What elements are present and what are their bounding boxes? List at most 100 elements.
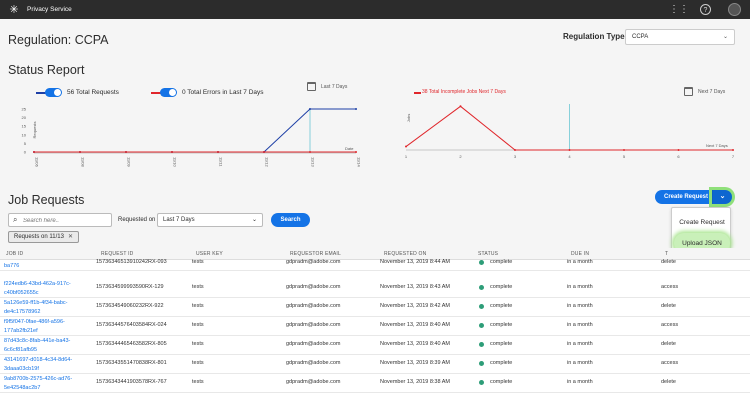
- app-name: Privacy Service: [27, 6, 72, 13]
- request-id: 1573634457640358​4RX-024: [96, 322, 167, 328]
- data-point: [171, 151, 173, 153]
- requested-on: November 13, 2019 8:44 AM: [380, 259, 451, 265]
- user-key: tests: [192, 379, 204, 385]
- x-tick-label: 11/14: [357, 157, 362, 167]
- search-box: ⌕: [8, 213, 112, 227]
- table-row[interactable]: 43141697-d018-4c34-8d64-3daaa03cb19f 1573…: [0, 355, 750, 374]
- x-tick-label: 7: [732, 154, 735, 159]
- x-tick-label: 11/13: [311, 157, 316, 167]
- requested-on: November 13, 2019 8:43 AM: [380, 284, 451, 290]
- status-complete-icon: [479, 323, 484, 328]
- data-point: [79, 151, 81, 153]
- status: complete: [490, 341, 513, 347]
- search-button[interactable]: Search: [271, 213, 310, 227]
- data-point: [263, 151, 265, 153]
- table-row[interactable]: f9f5f047-0fae-486f-a596-177ab2fb21ef 1573…: [0, 317, 750, 336]
- job-id-link[interactable]: 5a126e59-ff1b-4f34-babc-de4c17578962: [4, 299, 94, 316]
- total-errors-label: 0 Total Errors in Last 7 Days: [182, 89, 264, 96]
- chevron-down-icon: ⌄: [251, 217, 257, 223]
- table-row[interactable]: f224edb6-43bd-462a-917c-c40bf052655c 1573…: [0, 279, 750, 298]
- y-tick-label: 0: [24, 150, 27, 155]
- x-tick-label: 6: [677, 154, 680, 159]
- job-id-link[interactable]: f9f5f047-0fae-486f-a596-177ab2fb21ef: [4, 318, 94, 335]
- request-id: 1573634549060232RX-922: [96, 303, 164, 309]
- request-type: delete: [661, 379, 676, 385]
- regulation-type-value: CCPA: [632, 34, 649, 40]
- y-axis-label: Requests: [32, 122, 37, 139]
- create-request-dropdown-toggle[interactable]: ⌄: [712, 190, 732, 204]
- user-key: tests: [192, 360, 204, 366]
- request-id: 1573634344190357​8RX-767: [96, 379, 167, 385]
- create-request-label: Create Request: [664, 194, 709, 200]
- job-id-link[interactable]: 43141697-d018-4c34-8d64-3daaa03cb19f: [4, 356, 94, 373]
- right-period-label: Next 7 Days: [698, 89, 726, 95]
- y-tick-label: 20: [22, 115, 27, 120]
- job-table-body: ba776 1573634651391024​2RX-093 tests gdprad…: [0, 259, 750, 407]
- due-in: in a month: [567, 284, 593, 290]
- page-title: Regulation: CCPA: [8, 33, 109, 47]
- chevron-down-icon: ⌄: [722, 34, 728, 40]
- status-complete-icon: [479, 260, 484, 265]
- job-id-link[interactable]: 87d43c8c-8fab-441e-ba43-6c6cf81afb95: [4, 337, 94, 354]
- requestor-email: gdpradm@adobe.com: [286, 303, 341, 309]
- data-point: [217, 151, 219, 153]
- requests-toggle[interactable]: [45, 88, 62, 97]
- app-grid-icon[interactable]: ⋮⋮: [669, 3, 689, 16]
- status-complete-icon: [479, 380, 484, 385]
- date-filter-select[interactable]: Last 7 Days ⌄: [157, 213, 263, 227]
- due-in: in a month: [567, 303, 593, 309]
- requestor-email: gdpradm@adobe.com: [286, 322, 341, 328]
- avatar[interactable]: [728, 3, 741, 16]
- due-in: in a month: [567, 259, 593, 265]
- filter-chip: Requests on 11/13 ✕: [8, 231, 79, 243]
- table-row[interactable]: 5a126e59-ff1b-4f34-babc-de4c17578962 1573…: [0, 298, 750, 317]
- request-type: delete: [661, 303, 676, 309]
- requests-chart: 0 5 10 15 20 25 Requests Date 11/06 11/08 11/09 11/…: [22, 107, 362, 168]
- x-tick-label: 2: [459, 154, 462, 159]
- x-tick-label: 4: [568, 154, 571, 159]
- incomplete-jobs-label: 38 Total Incomplete Jobs Next 7 Days: [422, 89, 506, 95]
- job-id-link[interactable]: ba776: [4, 262, 94, 271]
- status-complete-icon: [479, 304, 484, 309]
- menu-item-create-request[interactable]: Create Request: [672, 219, 732, 226]
- x-tick-label: 11/11: [219, 157, 224, 167]
- date-filter-value: Last 7 Days: [163, 217, 195, 223]
- create-request-button[interactable]: Create Request ⌄: [655, 190, 732, 204]
- table-row[interactable]: ba776 1573634651391024​2RX-093 tests gdprad…: [0, 256, 750, 271]
- incomplete-jobs-chart: Jobs Next 7 Days 1 2 3 4 5 6 7: [405, 104, 735, 159]
- job-id-link[interactable]: f224edb6-43bd-462a-917c-c40bf052655c: [4, 280, 94, 297]
- menu-item-upload-json[interactable]: Upload JSON: [672, 240, 732, 247]
- status-complete-icon: [479, 361, 484, 366]
- data-point: [355, 108, 357, 110]
- x-tick-label: 1: [405, 154, 408, 159]
- request-type: access: [661, 322, 679, 328]
- status: complete: [490, 303, 513, 309]
- data-point: [405, 145, 407, 148]
- requested-on-label: Requested on: [118, 217, 156, 223]
- table-row[interactable]: 9ab8700b-2575-426c-ad76-5e42548ac2b7 1573…: [0, 374, 750, 393]
- status-complete-icon: [479, 342, 484, 347]
- help-icon[interactable]: ?: [700, 4, 711, 15]
- data-point: [623, 149, 625, 151]
- x-tick-label: 11/08: [81, 157, 86, 167]
- top-bar: ✳ Privacy Service ⋮⋮ ?: [0, 0, 750, 19]
- status-report-title: Status Report: [8, 63, 85, 77]
- status: complete: [490, 322, 513, 328]
- calendar-icon[interactable]: [307, 82, 316, 91]
- request-id: 1573634599993590RX-129: [96, 284, 164, 290]
- search-input[interactable]: [23, 216, 109, 225]
- calendar-icon[interactable]: [684, 87, 693, 96]
- data-point: [125, 151, 127, 153]
- errors-toggle[interactable]: [160, 88, 177, 97]
- user-key: tests: [192, 284, 204, 290]
- user-key: tests: [192, 259, 204, 265]
- close-icon[interactable]: ✕: [68, 234, 73, 240]
- table-row[interactable]: 87d43c8c-8fab-441e-ba43-6c6cf81afb95 1573…: [0, 336, 750, 355]
- job-id-link[interactable]: 9ab8700b-2575-426c-ad76-5e42548ac2b7: [4, 375, 94, 392]
- series-line: [34, 108, 356, 153]
- x-tick-label: 11/06: [35, 157, 40, 167]
- regulation-type-select[interactable]: CCPA ⌄: [625, 29, 735, 45]
- filter-chip-label: Requests on 11/13: [14, 234, 64, 240]
- data-point: [568, 149, 571, 151]
- adobe-logo-icon[interactable]: ✳: [7, 3, 21, 17]
